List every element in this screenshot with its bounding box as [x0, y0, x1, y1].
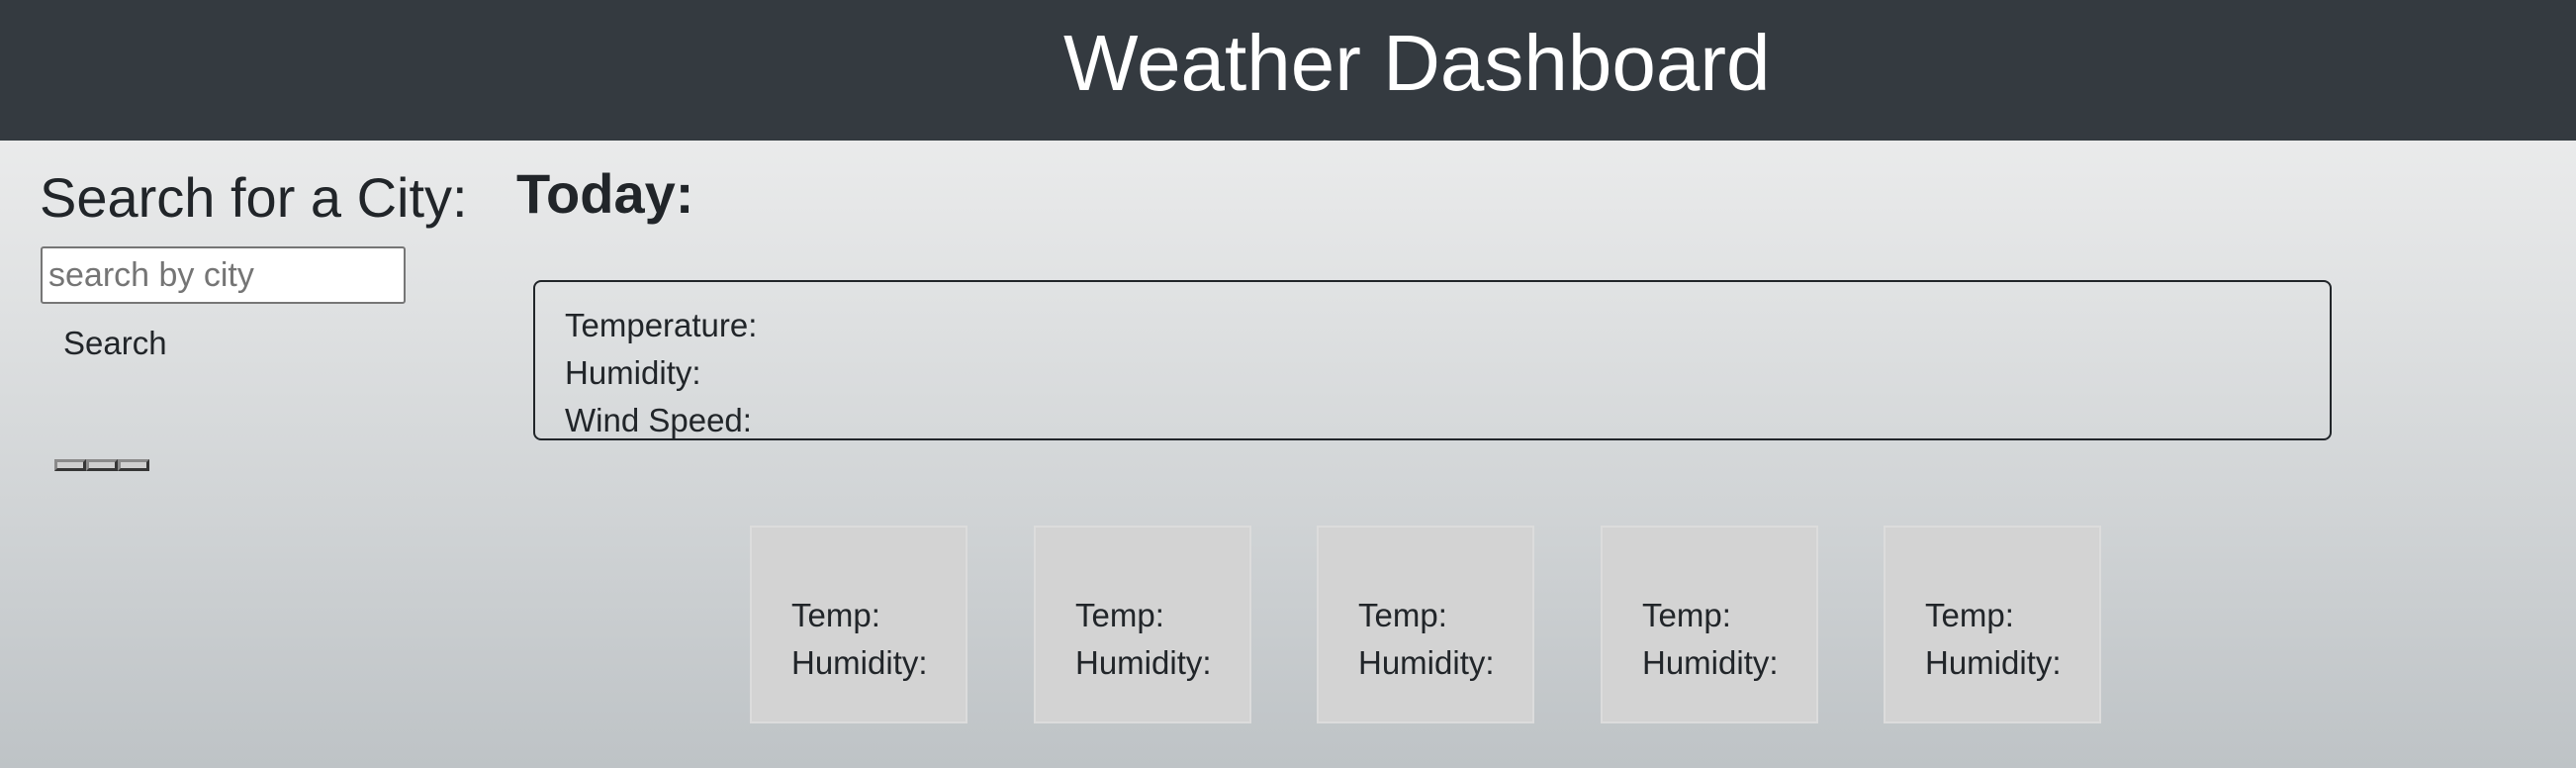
humidity-label: Humidity:	[565, 354, 701, 391]
page-title: Weather Dashboard	[1063, 19, 1771, 107]
forecast-humidity-label: Humidity:	[1925, 644, 2062, 681]
forecast-card: Temp: Humidity:	[1884, 526, 2101, 723]
forecast-temp-label: Temp:	[791, 597, 880, 633]
wind-speed-label: Wind Speed:	[565, 402, 752, 438]
forecast-humidity-label: Humidity:	[791, 644, 928, 681]
search-history-list	[54, 459, 149, 471]
forecast-temp-label: Temp:	[1358, 597, 1447, 633]
forecast-temp-label: Temp:	[1075, 597, 1164, 633]
history-button[interactable]	[86, 459, 118, 471]
header-bar: Weather Dashboard	[0, 0, 2576, 141]
forecast-humidity-label: Humidity:	[1075, 644, 1212, 681]
today-heading: Today:	[516, 162, 694, 225]
history-button[interactable]	[118, 459, 149, 471]
temperature-label: Temperature:	[565, 307, 758, 343]
forecast-temp-label: Temp:	[1642, 597, 1731, 633]
forecast-card: Temp: Humidity:	[750, 526, 967, 723]
forecast-humidity-label: Humidity:	[1642, 644, 1779, 681]
forecast-temp-label: Temp:	[1925, 597, 2014, 633]
today-weather-card: Temperature: Humidity: Wind Speed:	[533, 280, 2332, 440]
forecast-card: Temp: Humidity:	[1317, 526, 1534, 723]
forecast-humidity-label: Humidity:	[1358, 644, 1495, 681]
search-input[interactable]	[41, 246, 406, 304]
search-button[interactable]: Search	[55, 319, 175, 368]
forecast-card: Temp: Humidity:	[1034, 526, 1251, 723]
history-button[interactable]	[54, 459, 86, 471]
search-heading: Search for a City:	[40, 166, 468, 229]
forecast-card: Temp: Humidity:	[1601, 526, 1818, 723]
